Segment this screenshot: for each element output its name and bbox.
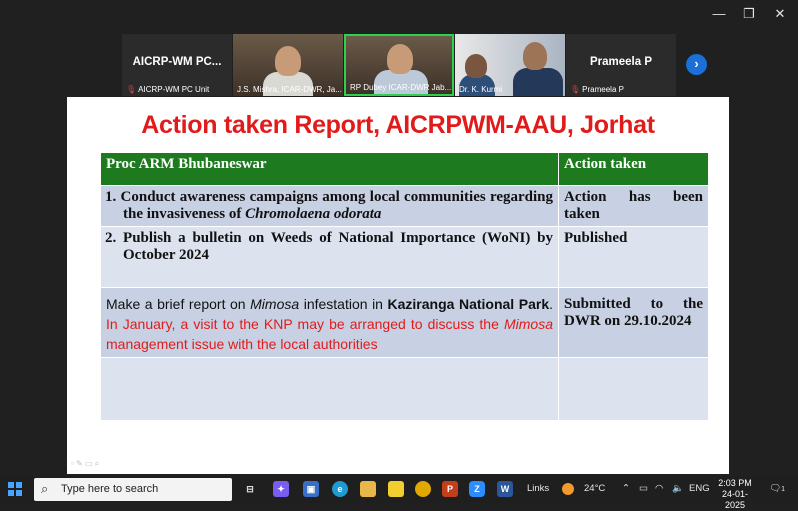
row-action: Action has been taken	[558, 185, 709, 227]
clock-time: 2:03 PM	[718, 478, 752, 488]
person-head	[275, 46, 301, 76]
row-action: Submitted to the DWR on 29.10.2024	[558, 287, 709, 358]
store-icon[interactable]: ▣	[303, 481, 319, 497]
minimize-button[interactable]: —	[704, 4, 734, 24]
participant-name: AICRP-WM PC...	[132, 56, 222, 68]
person-body	[513, 68, 563, 96]
powerpoint-icon[interactable]: P	[442, 481, 458, 497]
file-explorer-icon[interactable]	[360, 481, 376, 497]
table-row: 1. Conduct awareness campaigns among loc…	[100, 185, 709, 227]
participant-caption: J.S. Mishra, ICAR-DWR, Ja...	[237, 85, 342, 94]
copilot-icon[interactable]: ✦	[273, 481, 289, 497]
participant-tile-dubey[interactable]: RP Dubey ICAR-DWR Jab...	[344, 34, 454, 96]
participant-caption: 🎙 Prameela P	[570, 85, 624, 94]
weather-temp[interactable]: 24°C	[584, 483, 605, 494]
row-item: 1. Conduct awareness campaigns among loc…	[100, 185, 559, 227]
taskbar-clock[interactable]: 2:03 PM 24-01-2025	[712, 478, 758, 511]
notification-count: 1	[781, 486, 785, 493]
links-toolbar[interactable]: Links	[527, 483, 549, 494]
participant-tile-mishra[interactable]: J.S. Mishra, ICAR-DWR, Ja...	[233, 34, 343, 96]
person-head	[465, 54, 487, 78]
person-head	[387, 44, 413, 74]
participant-caption: Dr. K. Kurmi	[459, 85, 503, 94]
participant-caption: RP Dubey ICAR-DWR Jab...	[350, 83, 452, 92]
maximize-button[interactable]: ❐	[734, 4, 764, 24]
zoom-icon[interactable]: Z	[469, 481, 485, 497]
participant-tile-prameela[interactable]: Prameela P 🎙 Prameela P	[566, 34, 676, 96]
row-action-empty	[558, 357, 709, 421]
taskbar: ⌕ Type here to search ⊟ ✦ ▣ e P Z W Link…	[0, 476, 798, 510]
language-indicator[interactable]: ENG	[689, 483, 710, 494]
clock-date: 24-01-2025	[721, 489, 748, 510]
participant-tile-aicrp[interactable]: AICRP-WM PC... 🎙 AICRP-WM PC Unit	[122, 34, 232, 96]
row-action: Published	[558, 226, 709, 288]
participant-tile-kurmi[interactable]: Dr. K. Kurmi	[455, 34, 565, 96]
search-icon: ⌕	[41, 481, 49, 496]
action-table: Proc ARM Bhubaneswar Action taken 1. Con…	[100, 152, 709, 421]
table-row	[100, 357, 709, 421]
next-participants-button[interactable]: ›	[686, 54, 707, 75]
muted-mic-icon: 🎙	[570, 85, 581, 94]
chrome-icon[interactable]	[415, 481, 431, 497]
wifi-icon[interactable]: ◠	[655, 483, 663, 494]
volume-icon[interactable]: 🔈	[672, 483, 684, 494]
task-view-icon[interactable]: ⊟	[242, 481, 258, 497]
taskbar-search[interactable]: ⌕ Type here to search	[34, 478, 232, 501]
muted-mic-icon: 🎙	[126, 85, 137, 94]
person-head	[523, 42, 547, 70]
participant-strip: AICRP-WM PC... 🎙 AICRP-WM PC Unit J.S. Mi…	[122, 34, 676, 96]
header-proc: Proc ARM Bhubaneswar	[100, 152, 559, 186]
annotation-toolbar[interactable]: ▫ ✎ ▭ ⌕	[71, 459, 99, 469]
participant-name: Prameela P	[589, 56, 652, 68]
table-row: Make a brief report on Mimosa infestatio…	[100, 287, 709, 358]
row-item-empty	[100, 357, 559, 421]
edge-icon[interactable]: e	[332, 481, 348, 497]
sticky-notes-icon[interactable]	[388, 481, 404, 497]
close-button[interactable]: ✕	[765, 4, 795, 24]
row-item: 2. Publish a bulletin on Weeds of Nation…	[100, 226, 559, 288]
search-placeholder: Type here to search	[61, 483, 159, 495]
header-action: Action taken	[558, 152, 709, 186]
table-header: Proc ARM Bhubaneswar Action taken	[100, 152, 709, 186]
network-icon[interactable]: ▭	[639, 483, 648, 494]
row-item: Make a brief report on Mimosa infestatio…	[100, 287, 559, 358]
table-row: 2. Publish a bulletin on Weeds of Nation…	[100, 226, 709, 288]
slide-title: Action taken Report, AICRPWM-AAU, Jorhat	[141, 111, 655, 139]
word-icon[interactable]: W	[497, 481, 513, 497]
shared-slide: Action taken Report, AICRPWM-AAU, Jorhat…	[67, 97, 729, 474]
weather-icon	[562, 483, 574, 495]
windows-start-icon[interactable]	[8, 482, 22, 496]
notification-icon[interactable]: 🗨1	[769, 483, 785, 494]
show-hidden-icons-icon[interactable]: ⌃	[622, 483, 630, 494]
participant-caption: 🎙 AICRP-WM PC Unit	[126, 85, 210, 94]
